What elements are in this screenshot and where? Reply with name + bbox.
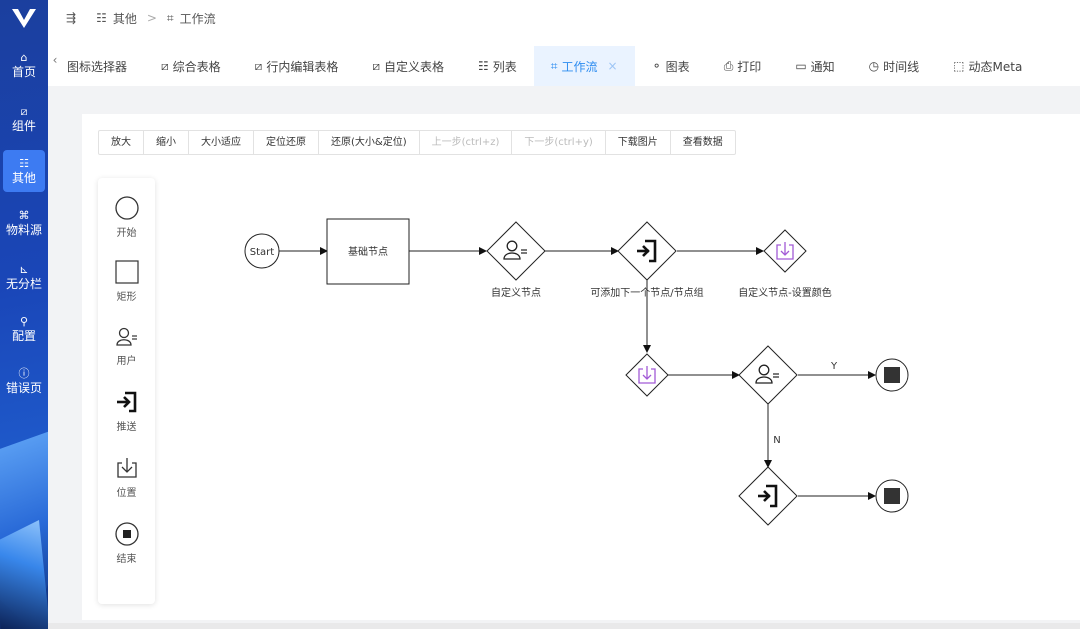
- task-node-label: 基础节点: [348, 245, 388, 258]
- colored-custom-node[interactable]: [763, 229, 807, 273]
- end-node-2[interactable]: [875, 479, 909, 513]
- position-node[interactable]: [625, 353, 669, 397]
- custom-user-node[interactable]: [486, 221, 546, 281]
- push-node-label: 可添加下一个节点/节点组: [590, 286, 703, 299]
- push-node[interactable]: [617, 221, 677, 281]
- edge-yes-label: Y: [830, 361, 838, 372]
- edge-no-label: N: [773, 435, 780, 446]
- task-node[interactable]: 基础节点: [326, 218, 410, 285]
- start-node[interactable]: Start: [244, 233, 280, 269]
- color-node-label: 自定义节点-设置颜色: [738, 286, 832, 299]
- end-node[interactable]: [875, 358, 909, 392]
- user-node[interactable]: [738, 345, 798, 405]
- custom-node-label: 自定义节点: [491, 286, 541, 299]
- footer-strip: [48, 623, 1080, 629]
- workflow-diagram: Start 基础节点 自定义节点 可添加下一个节点/节点组 自定义节点-设置颜色…: [244, 218, 909, 526]
- push-node-2[interactable]: [738, 466, 798, 526]
- start-node-label: Start: [250, 247, 275, 258]
